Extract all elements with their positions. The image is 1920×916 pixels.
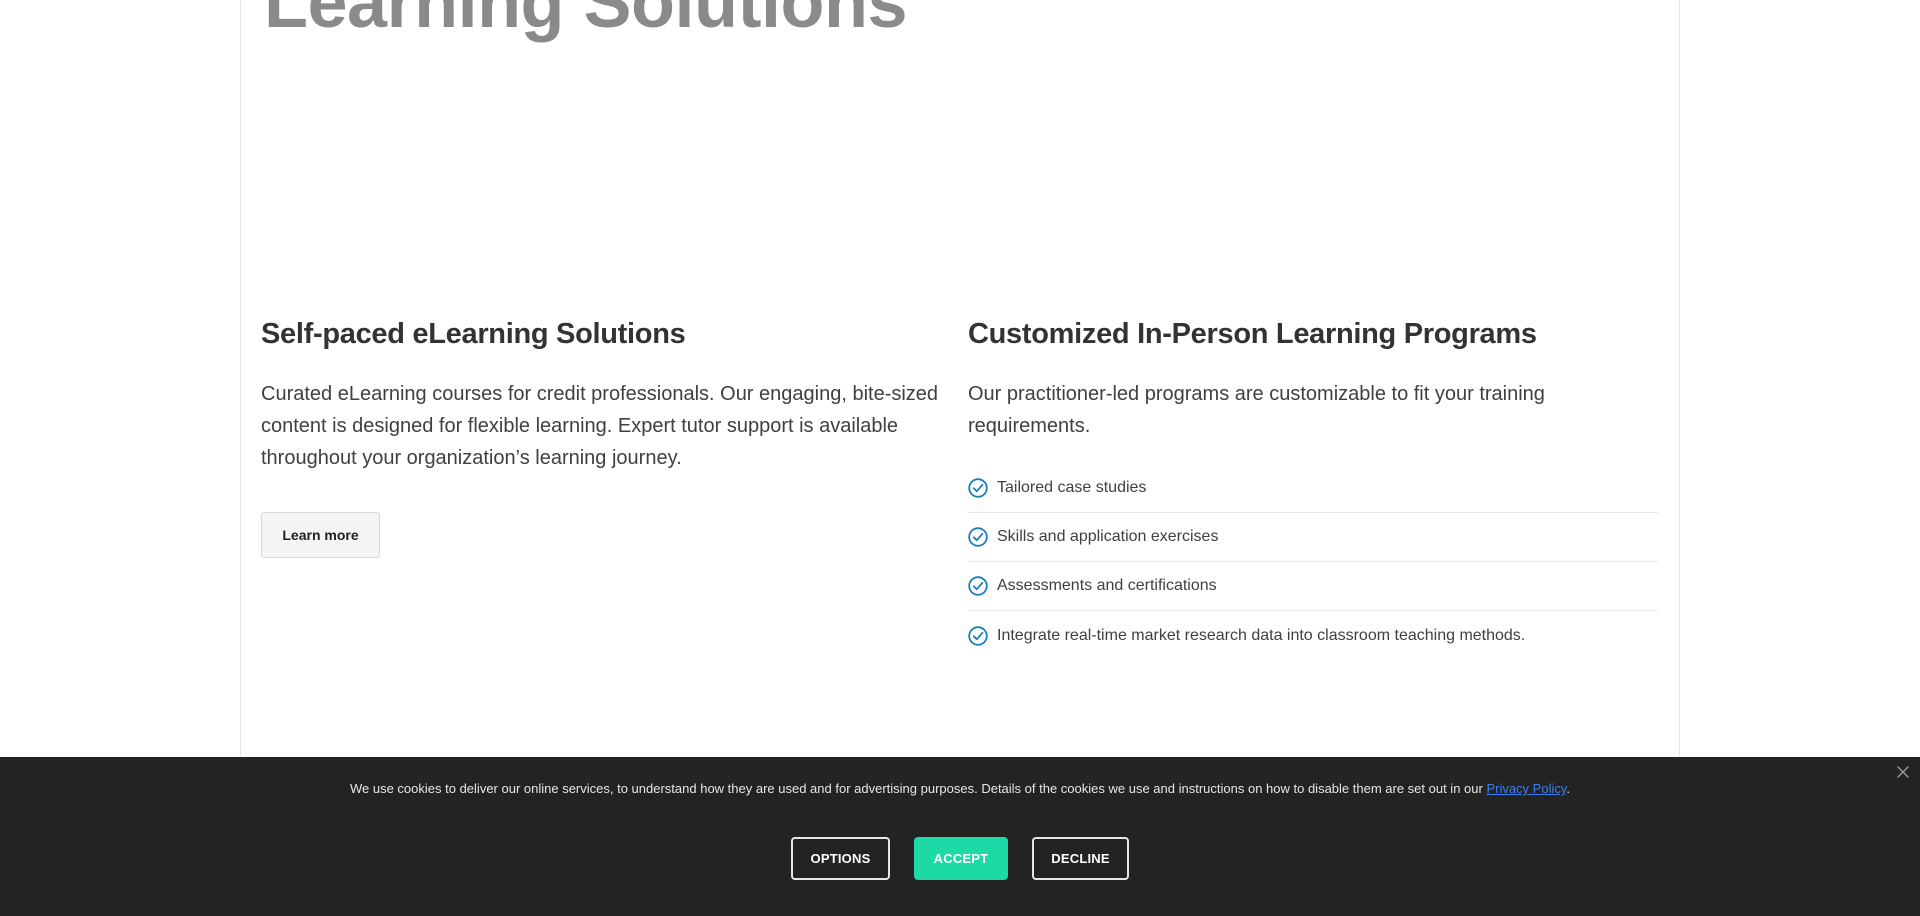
cookie-message: We use cookies to deliver our online ser… bbox=[0, 781, 1920, 796]
cookie-message-text: We use cookies to deliver our online ser… bbox=[349, 781, 1487, 796]
in-person-section: Customized In-Person Learning Programs O… bbox=[968, 314, 1658, 660]
cookie-message-end: . bbox=[1566, 781, 1571, 796]
decline-button[interactable]: DECLINE bbox=[1032, 837, 1129, 880]
check-circle-icon bbox=[968, 576, 988, 596]
feature-list: Tailored case studies Skills and applica… bbox=[968, 464, 1658, 660]
elearning-description: Curated eLearning courses for credit pro… bbox=[261, 383, 939, 469]
check-circle-icon bbox=[968, 527, 988, 547]
feature-item: Skills and application exercises bbox=[968, 513, 1658, 562]
in-person-description: Our practitioner-led programs are custom… bbox=[968, 383, 1545, 437]
page: Learning Solutions Self-paced eLearning … bbox=[0, 0, 1920, 916]
close-icon[interactable] bbox=[1894, 763, 1912, 781]
in-person-heading: Customized In-Person Learning Programs bbox=[968, 318, 1537, 350]
feature-label: Integrate real-time market research data… bbox=[997, 626, 1526, 644]
options-button[interactable]: OPTIONS bbox=[791, 837, 890, 880]
hero-title: Learning Solutions bbox=[264, 0, 908, 43]
feature-label: Tailored case studies bbox=[997, 479, 1147, 496]
feature-label: Assessments and certifications bbox=[997, 577, 1217, 594]
check-circle-icon bbox=[968, 478, 988, 498]
feature-item: Tailored case studies bbox=[968, 464, 1658, 513]
check-circle-icon bbox=[968, 625, 988, 646]
learn-more-button[interactable]: Learn more bbox=[261, 512, 380, 558]
privacy-policy-link[interactable]: Privacy Policy bbox=[1486, 781, 1566, 796]
feature-item: Integrate real-time market research data… bbox=[968, 611, 1658, 660]
feature-item: Assessments and certifications bbox=[968, 562, 1658, 611]
accept-button[interactable]: ACCEPT bbox=[914, 837, 1008, 880]
cookie-banner: We use cookies to deliver our online ser… bbox=[0, 757, 1920, 916]
elearning-section: Self-paced eLearning Solutions Curated e… bbox=[261, 314, 941, 558]
cookie-button-group: OPTIONS ACCEPT DECLINE bbox=[0, 837, 1920, 880]
elearning-heading: Self-paced eLearning Solutions bbox=[261, 318, 686, 350]
feature-label: Skills and application exercises bbox=[997, 528, 1219, 545]
